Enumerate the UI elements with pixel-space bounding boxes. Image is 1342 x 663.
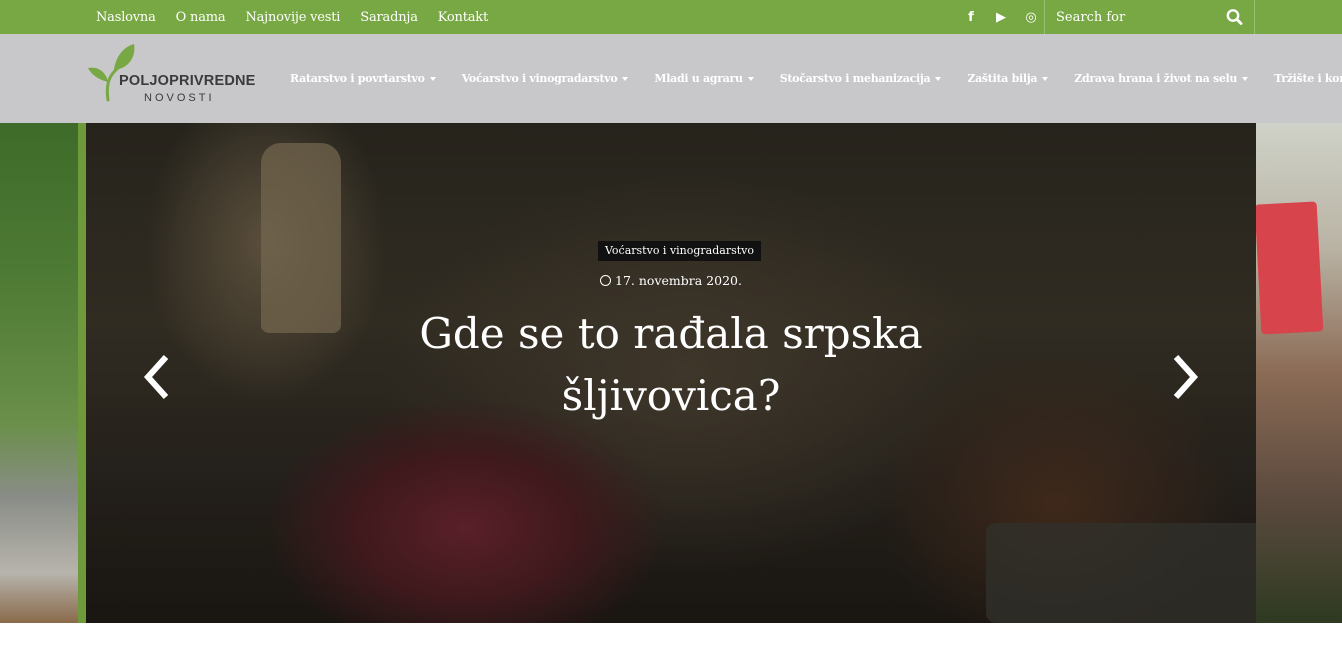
- chevron-down-icon: [622, 76, 629, 81]
- nav-item-label: Tržište i konkursi: [1274, 72, 1342, 85]
- post-date-text: 17. novembra 2020.: [615, 273, 742, 288]
- nav-item-vocarstvo[interactable]: Voćarstvo i vinogradarstvo: [462, 72, 629, 85]
- slide-divider: [78, 123, 86, 623]
- chevron-down-icon: [747, 76, 754, 81]
- site-header: POLJOPRIVREDNE NOVOSTI Ratarstvo i povrt…: [0, 34, 1342, 123]
- featured-slider: Voćarstvo i vinogradarstvo 17. novembra …: [0, 123, 1342, 623]
- main-navigation: Ratarstvo i povrtarstvo Voćarstvo i vino…: [290, 34, 1342, 123]
- nav-item-zdrava-hrana[interactable]: Zdrava hrana i život na selu: [1074, 72, 1249, 85]
- preview-image-detail: [1254, 201, 1324, 335]
- nav-item-mladi[interactable]: Mladi u agraru: [654, 72, 754, 85]
- logo-title: POLJOPRIVREDNE: [119, 73, 256, 89]
- top-navigation: Naslovna O nama Najnovije vesti Saradnja…: [86, 0, 508, 34]
- chevron-down-icon: [429, 76, 436, 81]
- search-icon[interactable]: [1225, 8, 1245, 26]
- site-logo[interactable]: POLJOPRIVREDNE NOVOSTI: [86, 42, 258, 108]
- category-badge[interactable]: Voćarstvo i vinogradarstvo: [598, 241, 762, 261]
- chevron-down-icon: [1042, 76, 1049, 81]
- chevron-left-icon[interactable]: [142, 353, 174, 401]
- chevron-down-icon: [935, 76, 942, 81]
- top-link-kontakt[interactable]: Kontakt: [438, 10, 488, 25]
- youtube-icon[interactable]: ▶: [986, 10, 1016, 25]
- clock-icon: [600, 275, 612, 286]
- instagram-icon[interactable]: ◎: [1016, 10, 1046, 25]
- top-link-najnovije-vesti[interactable]: Najnovije vesti: [245, 10, 340, 25]
- nav-item-label: Mladi u agraru: [654, 72, 743, 85]
- top-link-naslovna[interactable]: Naslovna: [96, 10, 156, 25]
- nav-item-label: Stočarstvo i mehanizacija: [779, 72, 931, 85]
- next-slide-preview[interactable]: [1254, 123, 1342, 623]
- search-input[interactable]: [1056, 8, 1216, 26]
- nav-item-label: Zaštita bilja: [967, 72, 1038, 85]
- logo-subtitle: NOVOSTI: [144, 92, 215, 104]
- top-bar: Naslovna O nama Najnovije vesti Saradnja…: [0, 0, 1342, 34]
- nav-item-trziste[interactable]: Tržište i konkursi: [1274, 72, 1342, 85]
- search-box: [1044, 0, 1255, 34]
- nav-item-stocarstvo[interactable]: Stočarstvo i mehanizacija: [780, 72, 942, 85]
- facebook-icon[interactable]: f: [956, 10, 986, 25]
- nav-item-zastita-bilja[interactable]: Zaštita bilja: [967, 72, 1049, 85]
- slide-title[interactable]: Gde se to rađala srpska šljivovica?: [356, 303, 986, 427]
- social-links: f ▶ ◎: [956, 0, 1046, 34]
- chevron-down-icon: [1242, 76, 1249, 81]
- nav-item-label: Ratarstvo i povrtarstvo: [290, 72, 425, 85]
- top-link-o-nama[interactable]: O nama: [176, 10, 226, 25]
- chevron-right-icon[interactable]: [1168, 353, 1200, 401]
- current-slide[interactable]: Voćarstvo i vinogradarstvo 17. novembra …: [86, 123, 1256, 623]
- previous-slide-preview[interactable]: [0, 123, 86, 623]
- nav-item-label: Zdrava hrana i život na selu: [1074, 72, 1238, 85]
- top-link-saradnja[interactable]: Saradnja: [360, 10, 418, 25]
- nav-item-label: Voćarstvo i vinogradarstvo: [461, 72, 618, 85]
- nav-item-ratarstvo[interactable]: Ratarstvo i povrtarstvo: [290, 72, 436, 85]
- post-date: 17. novembra 2020.: [86, 273, 1256, 288]
